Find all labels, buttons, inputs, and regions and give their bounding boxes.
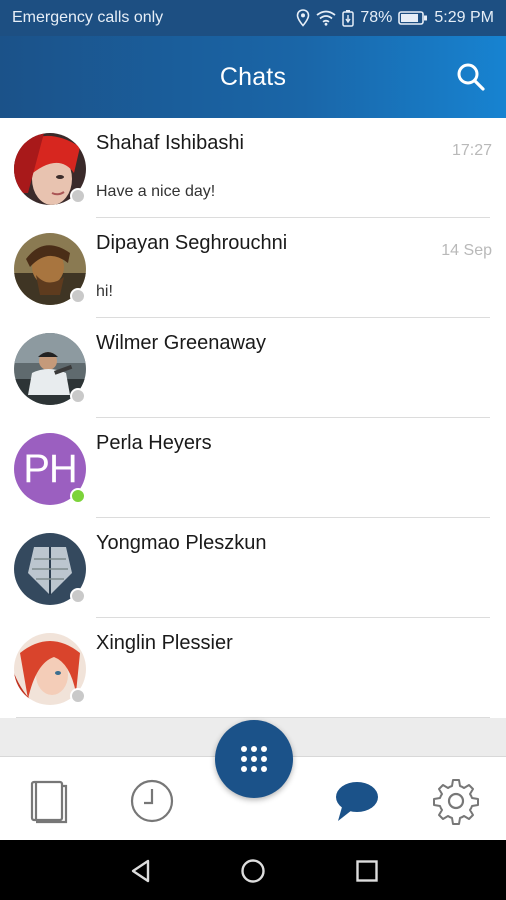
battery-icon [398, 11, 428, 25]
presence-indicator [70, 288, 86, 304]
contact-name: Yongmao Pleszkun [96, 532, 267, 554]
avatar [14, 533, 86, 605]
contact-name: Xinglin Plessier [96, 632, 233, 654]
settings-gear-icon[interactable] [432, 777, 480, 825]
contact-name: Shahaf Ishibashi [96, 132, 244, 154]
dialpad-icon [241, 746, 267, 772]
status-bar: Emergency calls only 78% 5:29 PM [0, 0, 506, 36]
search-icon[interactable] [456, 62, 486, 92]
system-nav-bar [0, 840, 506, 900]
presence-indicator [70, 688, 86, 704]
dialpad-button[interactable] [215, 720, 293, 798]
contact-name: Wilmer Greenaway [96, 332, 267, 354]
avatar [14, 333, 86, 405]
battery-saver-icon [342, 10, 355, 27]
contact-name: Dipayan Seghrouchni [96, 232, 288, 254]
battery-percent: 78% [360, 9, 393, 26]
clock-text: 5:29 PM [434, 9, 494, 26]
presence-indicator [70, 588, 86, 604]
carrier-text: Emergency calls only [12, 9, 164, 26]
chat-row[interactable]: PH Perla Heyers [0, 418, 506, 518]
app-header: Chats [0, 36, 506, 118]
contact-name: Perla Heyers [96, 432, 212, 454]
chat-bubble-icon[interactable] [332, 777, 380, 825]
page-title: Chats [219, 63, 287, 91]
avatar [14, 133, 86, 205]
chat-row[interactable]: Shahaf Ishibashi 17:27 Have a nice day! [0, 118, 506, 218]
presence-indicator [70, 488, 86, 504]
back-icon[interactable] [128, 858, 154, 884]
avatar [14, 233, 86, 305]
avatar: PH [14, 433, 86, 505]
message-time: 17:27 [451, 142, 492, 159]
chat-row[interactable]: Wilmer Greenaway [0, 318, 506, 418]
contacts-book-icon[interactable] [24, 777, 72, 825]
chat-row[interactable]: Yongmao Pleszkun [0, 518, 506, 618]
recents-clock-icon[interactable] [128, 777, 176, 825]
chat-row[interactable]: Xinglin Plessier [0, 618, 506, 718]
message-time: 14 Sep [441, 242, 492, 259]
presence-indicator [70, 188, 86, 204]
chat-row[interactable]: Dipayan Seghrouchni 14 Sep hi! [0, 218, 506, 318]
presence-indicator [70, 388, 86, 404]
wifi-icon [316, 10, 336, 26]
status-icons: 78% 5:29 PM [296, 9, 494, 27]
home-icon[interactable] [240, 858, 266, 884]
recent-apps-icon[interactable] [354, 858, 380, 884]
avatar [14, 633, 86, 705]
location-icon [297, 9, 310, 27]
message-preview: hi! [96, 283, 113, 300]
message-preview: Have a nice day! [96, 183, 216, 200]
chat-list: Shahaf Ishibashi 17:27 Have a nice day! … [0, 118, 506, 718]
